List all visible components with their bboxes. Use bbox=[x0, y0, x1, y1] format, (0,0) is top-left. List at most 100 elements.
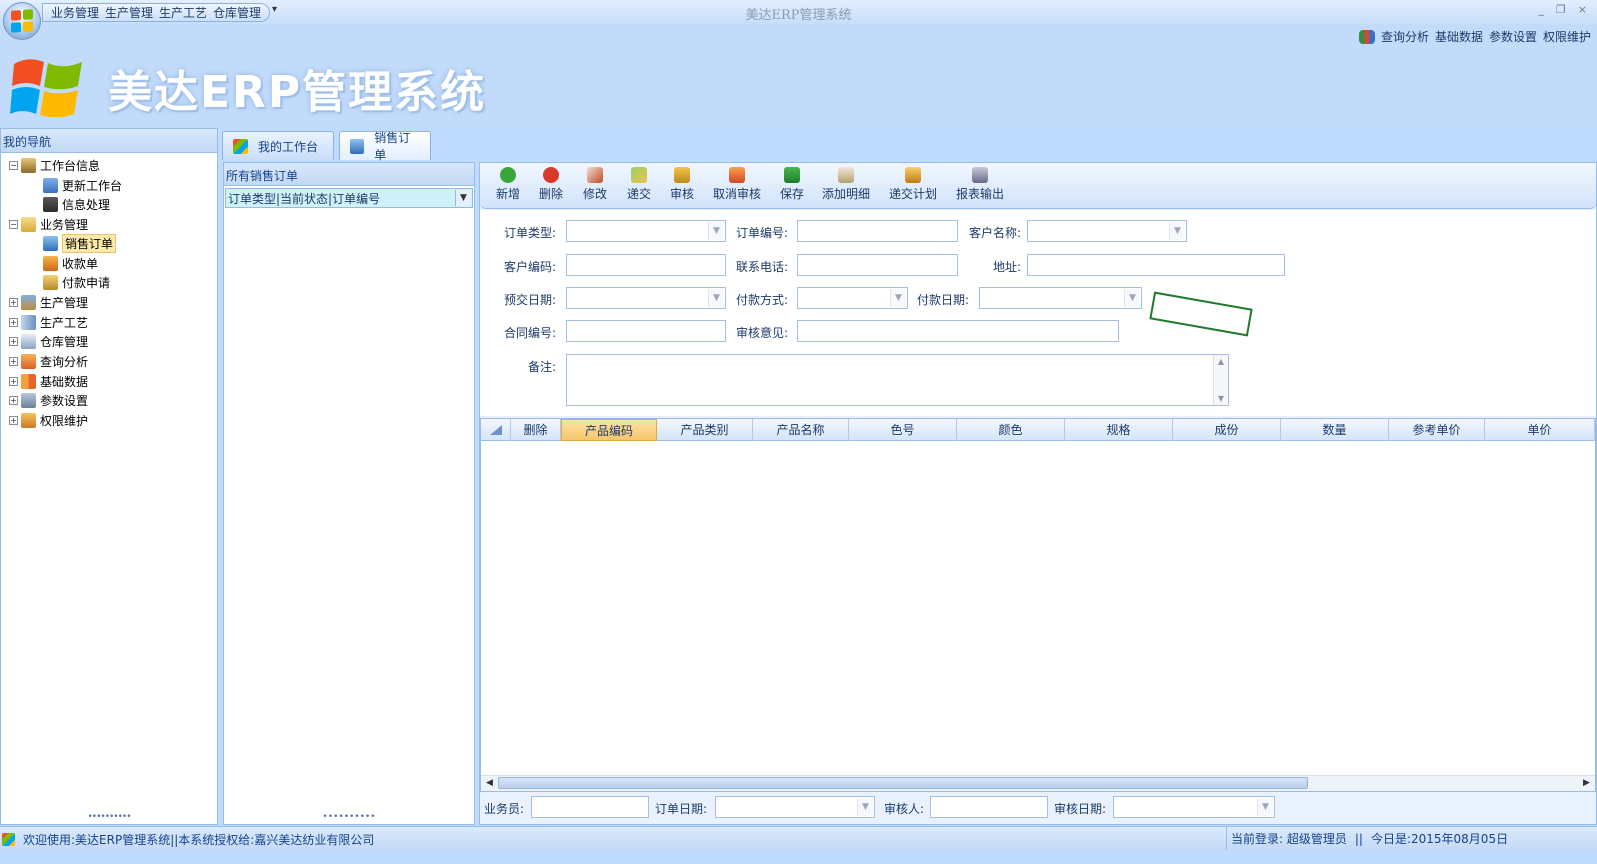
order-filter-select[interactable]: 订单类型|当前状态|订单编号 ▼ bbox=[225, 188, 473, 208]
grid-column-header[interactable]: 颜色 bbox=[957, 419, 1065, 441]
audit-date-picker[interactable]: ▼ bbox=[1113, 796, 1275, 818]
chevron-down-icon[interactable]: ▼ bbox=[1124, 289, 1140, 307]
scroll-left-icon[interactable]: ◀ bbox=[482, 776, 497, 790]
cancel-audit-icon bbox=[729, 167, 745, 183]
grid-column-header[interactable]: 规格 bbox=[1065, 419, 1173, 441]
payment-date-picker[interactable]: ▼ bbox=[979, 287, 1142, 309]
payment-date-label: 付款日期: bbox=[916, 293, 969, 307]
salesman-input[interactable] bbox=[531, 796, 649, 818]
chevron-down-icon[interactable]: ▼ bbox=[455, 190, 471, 206]
expand-icon[interactable]: + bbox=[9, 357, 18, 366]
phone-input[interactable] bbox=[797, 254, 958, 276]
grid-column-header[interactable]: 色号 bbox=[849, 419, 957, 441]
collapse-icon[interactable]: − bbox=[9, 220, 18, 229]
horizontal-scrollbar[interactable]: ◀ ▶ bbox=[481, 775, 1595, 791]
collapse-icon[interactable]: − bbox=[9, 161, 18, 170]
nav-item-permission[interactable]: + 权限维护 bbox=[9, 411, 88, 430]
grid-corner-icon[interactable] bbox=[481, 419, 511, 441]
scroll-right-icon[interactable]: ▶ bbox=[1579, 776, 1594, 790]
order-no-input[interactable] bbox=[797, 220, 958, 242]
windows-logo-icon bbox=[233, 138, 248, 154]
expand-icon[interactable]: + bbox=[9, 318, 18, 327]
chevron-down-icon[interactable]: ▼ bbox=[857, 798, 873, 816]
expand-icon[interactable]: + bbox=[9, 337, 18, 346]
cancel-audit-button[interactable]: 取消审核 bbox=[713, 167, 761, 202]
expand-icon[interactable]: + bbox=[9, 298, 18, 307]
auditor-input[interactable] bbox=[930, 796, 1048, 818]
grid-column-header[interactable]: 数量 bbox=[1281, 419, 1389, 441]
expand-icon[interactable]: + bbox=[9, 396, 18, 405]
order-type-select[interactable]: ▼ bbox=[566, 220, 726, 242]
nav-item-workbench-info[interactable]: − 工作台信息 bbox=[9, 156, 100, 175]
nav-item-info-processing[interactable]: 信息处理 bbox=[43, 195, 110, 214]
grid-column-header[interactable]: 产品名称 bbox=[753, 419, 849, 441]
header-link-query-analysis[interactable]: 查询分析 bbox=[1381, 28, 1429, 45]
remark-textarea[interactable]: ▲ ▼ bbox=[566, 354, 1229, 406]
nav-item-warehouse[interactable]: + 仓库管理 bbox=[9, 332, 88, 351]
grid-column-header[interactable]: 单价 bbox=[1485, 419, 1595, 441]
delete-button[interactable]: 删除 bbox=[539, 167, 563, 202]
grid-column-header[interactable]: 参考单价 bbox=[1389, 419, 1485, 441]
header-link-parameter-settings[interactable]: 参数设置 bbox=[1489, 28, 1537, 45]
expand-icon[interactable]: + bbox=[9, 377, 18, 386]
customer-code-input[interactable] bbox=[566, 254, 726, 276]
scroll-up-icon[interactable]: ▲ bbox=[1214, 357, 1228, 366]
nav-item-process[interactable]: + 生产工艺 bbox=[9, 313, 88, 332]
scroll-down-icon[interactable]: ▼ bbox=[1214, 394, 1228, 403]
delivery-date-picker[interactable]: ▼ bbox=[566, 287, 726, 309]
header-link-permission[interactable]: 权限维护 bbox=[1543, 28, 1591, 45]
delete-icon bbox=[543, 167, 559, 183]
scrollbar-thumb[interactable] bbox=[498, 777, 1308, 789]
contract-no-input[interactable] bbox=[566, 320, 726, 342]
splitter-grip[interactable]: •••••••••• bbox=[1, 812, 217, 822]
restore-button[interactable]: ❐ bbox=[1556, 3, 1566, 16]
chevron-down-icon[interactable]: ▼ bbox=[1169, 222, 1185, 240]
payment-method-select[interactable]: ▼ bbox=[797, 287, 908, 309]
minimize-button[interactable]: _ bbox=[1538, 3, 1544, 16]
save-icon bbox=[784, 167, 800, 183]
nav-item-payment-request[interactable]: 付款申请 bbox=[43, 273, 110, 292]
delivery-date-label: 预交日期: bbox=[503, 293, 556, 307]
nav-item-sales-order[interactable]: 销售订单 bbox=[43, 234, 117, 253]
grid-icon bbox=[21, 374, 36, 389]
status-date: 今日是:2015年08月05日 bbox=[1370, 832, 1509, 846]
order-list-title: 所有销售订单 bbox=[224, 163, 474, 186]
add-button[interactable]: 新增 bbox=[496, 167, 520, 202]
audit-opinion-input[interactable] bbox=[797, 320, 1119, 342]
nav-item-business[interactable]: − 业务管理 bbox=[9, 215, 88, 234]
tab-my-workbench[interactable]: 我的工作台 bbox=[222, 131, 334, 160]
grid-column-header[interactable]: 成份 bbox=[1173, 419, 1281, 441]
vertical-scrollbar[interactable]: ▲ ▼ bbox=[1213, 355, 1228, 405]
expand-icon[interactable]: + bbox=[9, 416, 18, 425]
audit-button[interactable]: 审核 bbox=[670, 167, 694, 202]
nav-item-parameter-settings[interactable]: + 参数设置 bbox=[9, 391, 88, 410]
edit-button[interactable]: 修改 bbox=[583, 167, 607, 202]
key-icon bbox=[674, 167, 690, 183]
app-menu-button[interactable] bbox=[3, 2, 41, 40]
refresh-icon bbox=[43, 178, 58, 193]
submit-button[interactable]: 递交 bbox=[627, 167, 651, 202]
splitter-grip[interactable]: •••••••••• bbox=[224, 812, 474, 822]
address-input[interactable] bbox=[1027, 254, 1285, 276]
close-button[interactable]: × bbox=[1578, 3, 1587, 16]
add-detail-button[interactable]: 添加明细 bbox=[822, 167, 870, 202]
grid-column-header[interactable]: 产品类别 bbox=[657, 419, 753, 441]
order-date-picker[interactable]: ▼ bbox=[715, 796, 875, 818]
submit-plan-button[interactable]: 递交计划 bbox=[889, 167, 937, 202]
nav-item-base-data[interactable]: + 基础数据 bbox=[9, 372, 88, 391]
customer-name-select[interactable]: ▼ bbox=[1027, 220, 1187, 242]
tab-sales-order[interactable]: 销售订单 bbox=[339, 131, 431, 162]
window-controls: _ ❐ × bbox=[1538, 3, 1587, 16]
windows-logo-icon bbox=[11, 9, 33, 33]
grid-column-header[interactable]: 删除 bbox=[511, 419, 561, 441]
report-output-button[interactable]: 报表输出 bbox=[956, 167, 1004, 202]
chevron-down-icon[interactable]: ▼ bbox=[1257, 798, 1273, 816]
header-link-base-data[interactable]: 基础数据 bbox=[1435, 28, 1483, 45]
save-button[interactable]: 保存 bbox=[780, 167, 804, 202]
nav-item-query-analysis[interactable]: + 查询分析 bbox=[9, 352, 88, 371]
nav-item-update-workbench[interactable]: 更新工作台 bbox=[43, 176, 122, 195]
grid-column-header[interactable]: 产品编码 bbox=[561, 419, 657, 441]
audit-opinion-label: 审核意见: bbox=[735, 326, 788, 340]
nav-item-production[interactable]: + 生产管理 bbox=[9, 293, 88, 312]
nav-item-receipt[interactable]: 收款单 bbox=[43, 254, 98, 273]
